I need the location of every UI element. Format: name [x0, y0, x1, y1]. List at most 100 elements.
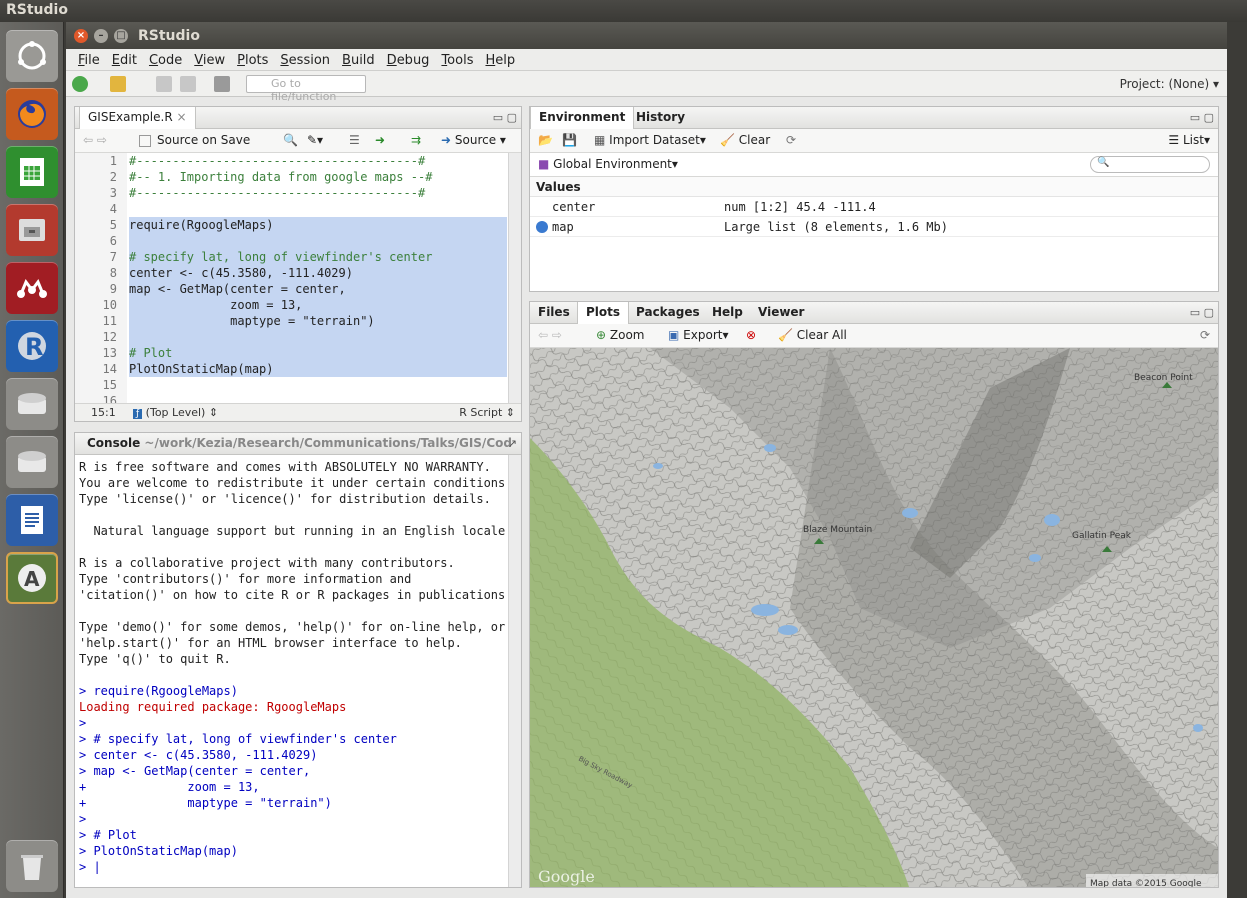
- import-dataset-button[interactable]: ▦ Import Dataset▾: [594, 133, 706, 147]
- source-button[interactable]: ➜ Source ▾: [441, 133, 506, 147]
- tab-files[interactable]: Files: [530, 302, 578, 324]
- minimize-icon[interactable]: –: [94, 29, 108, 43]
- tab-gisexample[interactable]: GISExample.R ×: [79, 107, 196, 129]
- expand-icon[interactable]: [536, 221, 548, 233]
- menu-view[interactable]: View: [188, 49, 231, 70]
- env-row-center[interactable]: center num [1:2] 45.4 -111.4: [530, 197, 1218, 217]
- plots-refresh-icon[interactable]: ⟳: [1200, 328, 1210, 342]
- scope-dropdown[interactable]: ■ Global Environment▾: [538, 157, 678, 171]
- code-line[interactable]: [129, 201, 507, 217]
- tab-console[interactable]: Console ~/work/Kezia/Research/Communicat…: [79, 433, 520, 455]
- tab-viewer[interactable]: Viewer: [750, 302, 812, 324]
- plots-minmax-icon[interactable]: ▭ ▢: [1190, 306, 1214, 319]
- menu-debug[interactable]: Debug: [381, 49, 436, 70]
- line-number: 8: [109, 266, 117, 280]
- menubar: File Edit Code View Plots Session Build …: [66, 49, 1227, 71]
- code-line[interactable]: # Plot: [129, 345, 507, 361]
- code-line[interactable]: [129, 377, 507, 393]
- menu-file[interactable]: File: [72, 49, 106, 70]
- scope-selector[interactable]: ƒ (Top Level) ⇕: [133, 406, 218, 419]
- code-line[interactable]: # specify lat, long of viewfinder's cent…: [129, 249, 507, 265]
- writer-icon[interactable]: [6, 494, 58, 546]
- env-search-input[interactable]: 🔍: [1090, 156, 1210, 173]
- plot-nav-icon[interactable]: ⇦ ⇨: [538, 328, 562, 342]
- open-file-icon[interactable]: [110, 76, 126, 92]
- tab-plots[interactable]: Plots: [577, 302, 630, 324]
- tab-environment[interactable]: Environment: [530, 107, 635, 129]
- code-line[interactable]: [129, 233, 507, 249]
- code-line[interactable]: [129, 329, 507, 345]
- code-line[interactable]: #---------------------------------------…: [129, 153, 507, 169]
- save-workspace-icon[interactable]: 💾: [562, 133, 577, 147]
- project-menu[interactable]: Project: (None) ▾: [1120, 77, 1219, 91]
- view-mode-select[interactable]: ☰ List▾: [1168, 133, 1210, 147]
- code-line[interactable]: PlotOnStaticMap(map): [129, 361, 507, 377]
- code-line[interactable]: #-- 1. Importing data from google maps -…: [129, 169, 507, 185]
- code-line[interactable]: require(RgoogleMaps): [129, 217, 507, 233]
- clear-env-button[interactable]: 🧹 Clear: [720, 133, 770, 147]
- ubuntu-dash-icon[interactable]: [6, 30, 58, 82]
- find-icon[interactable]: 🔍: [283, 133, 298, 147]
- close-icon[interactable]: ×: [74, 29, 88, 43]
- menu-session[interactable]: Session: [274, 49, 336, 70]
- editor-scrollbar[interactable]: [508, 153, 521, 403]
- zoom-button[interactable]: ⊕ Zoom: [596, 328, 644, 342]
- save-all-icon[interactable]: [180, 76, 196, 92]
- drive-icon-2[interactable]: [6, 436, 58, 488]
- export-button[interactable]: ▣ Export▾: [668, 328, 728, 342]
- outline-icon[interactable]: ☰: [349, 133, 360, 147]
- code-editor[interactable]: #---------------------------------------…: [129, 153, 507, 403]
- clear-all-label: Clear All: [796, 328, 847, 342]
- maximize-icon[interactable]: □: [114, 29, 128, 43]
- remove-plot-icon[interactable]: ⊗: [746, 328, 756, 342]
- code-line[interactable]: zoom = 13,: [129, 297, 507, 313]
- print-icon[interactable]: [214, 76, 230, 92]
- console-line: You are welcome to redistribute it under…: [79, 476, 513, 490]
- rerun-icon[interactable]: ⇉: [411, 133, 421, 147]
- window-title: RStudio: [138, 28, 200, 44]
- console-line: 'help.start()' for an HTML browser inter…: [79, 636, 462, 650]
- source-on-save-checkbox[interactable]: [139, 135, 151, 147]
- load-workspace-icon[interactable]: 📂: [538, 133, 553, 147]
- r-icon[interactable]: R: [6, 320, 58, 372]
- new-file-icon[interactable]: [72, 76, 88, 92]
- file-manager-icon[interactable]: [6, 204, 58, 256]
- environment-pane: Environment History ▭ ▢ 📂 💾 ▦ Import Dat…: [529, 106, 1219, 292]
- console-output[interactable]: R is free software and comes with ABSOLU…: [75, 455, 513, 885]
- console-minmax-icon[interactable]: ↗: [508, 437, 517, 450]
- filetype-selector[interactable]: R Script ⇕: [459, 406, 515, 419]
- refresh-icon[interactable]: ⟳: [786, 133, 796, 147]
- back-icon[interactable]: ⇦ ⇨: [83, 133, 107, 147]
- console-line: > PlotOnStaticMap(map): [79, 844, 238, 858]
- menu-help[interactable]: Help: [479, 49, 521, 70]
- trash-icon[interactable]: [6, 840, 58, 892]
- save-icon[interactable]: [156, 76, 172, 92]
- code-line[interactable]: center <- c(45.3580, -111.4029): [129, 265, 507, 281]
- menu-tools[interactable]: Tools: [435, 49, 479, 70]
- tab-history[interactable]: History: [628, 107, 693, 129]
- tab-help[interactable]: Help: [704, 302, 751, 324]
- tab-packages[interactable]: Packages: [628, 302, 708, 324]
- software-updater-icon[interactable]: A: [6, 552, 58, 604]
- goto-file-input[interactable]: Go to file/function: [246, 75, 366, 103]
- code-line[interactable]: #---------------------------------------…: [129, 185, 507, 201]
- mendeley-icon[interactable]: [6, 262, 58, 314]
- pane-minmax-icon[interactable]: ▭ ▢: [493, 111, 517, 124]
- menu-plots[interactable]: Plots: [231, 49, 274, 70]
- env-minmax-icon[interactable]: ▭ ▢: [1190, 111, 1214, 124]
- console-scrollbar[interactable]: [508, 455, 521, 887]
- firefox-icon[interactable]: [6, 88, 58, 140]
- menu-edit[interactable]: Edit: [106, 49, 143, 70]
- spreadsheet-icon[interactable]: [6, 146, 58, 198]
- clear-all-button[interactable]: 🧹 Clear All: [778, 328, 847, 342]
- menu-code[interactable]: Code: [143, 49, 188, 70]
- run-icon[interactable]: ➜: [375, 133, 385, 147]
- code-tools-icon[interactable]: ✎▾: [307, 133, 323, 147]
- code-line[interactable]: maptype = "terrain"): [129, 313, 507, 329]
- menu-build[interactable]: Build: [336, 49, 381, 70]
- env-row-map[interactable]: map Large list (8 elements, 1.6 Mb): [530, 217, 1218, 237]
- code-line[interactable]: map <- GetMap(center = center,: [129, 281, 507, 297]
- close-tab-icon[interactable]: ×: [177, 110, 187, 124]
- plots-pane: Files Plots Packages Help Viewer ▭ ▢ ⇦ ⇨…: [529, 301, 1219, 888]
- drive-icon[interactable]: [6, 378, 58, 430]
